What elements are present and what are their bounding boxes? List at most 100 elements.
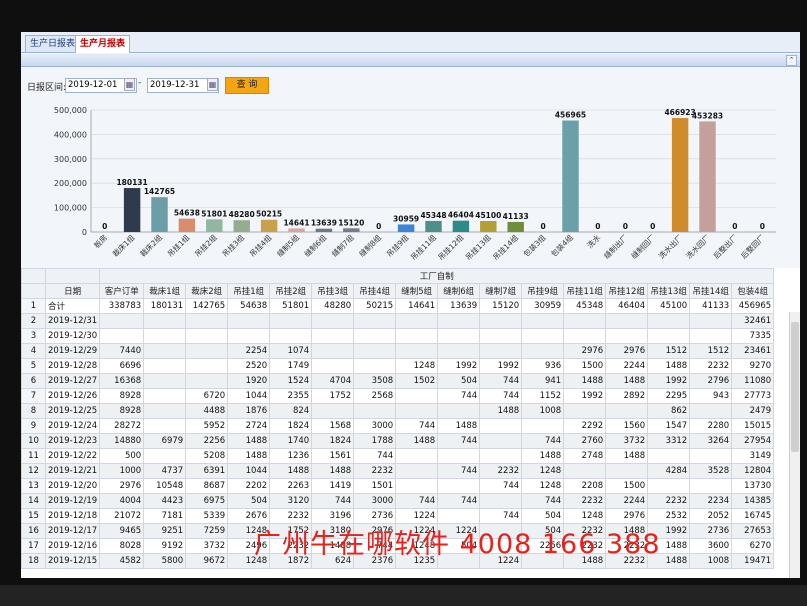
- query-button[interactable]: 查 询: [225, 77, 269, 94]
- date-cell: 2019-12/24: [44, 418, 101, 434]
- table-row[interactable]: 6 2019-12/27 16368 1920 1524 4704 3508 1502 504 7…: [21, 373, 775, 389]
- table-cell: 13730: [731, 478, 775, 494]
- chart-bar[interactable]: [315, 228, 333, 232]
- table-cell: 2479: [731, 403, 775, 419]
- table-cell: 3508: [353, 373, 397, 389]
- column-header[interactable]: 日期: [44, 283, 101, 299]
- column-header[interactable]: 包装4组: [731, 283, 775, 299]
- table-cell: 27773: [731, 388, 775, 404]
- panel-header: ⌃: [21, 54, 800, 67]
- column-header[interactable]: 吊挂12组: [605, 283, 649, 299]
- column-header[interactable]: 吊挂1组: [227, 283, 271, 299]
- table-cell: [479, 448, 523, 464]
- table-cell: 1008: [521, 403, 565, 419]
- chart-bar[interactable]: [343, 228, 360, 232]
- table-cell: 2295: [647, 388, 691, 404]
- table-row[interactable]: 8 2019-12/25 8928 4488 1876 824 1488 1008 862 247…: [21, 403, 775, 419]
- chart-bar[interactable]: [151, 197, 168, 232]
- column-header[interactable]: 吊挂3组: [311, 283, 355, 299]
- column-header[interactable]: 吊挂13组: [647, 283, 691, 299]
- y-tick-label: 0: [82, 228, 87, 237]
- table-cell: [521, 328, 565, 344]
- table-row[interactable]: 7 2019-12/26 8928 6720 1044 2355 1752 2568 744 74…: [21, 388, 775, 404]
- chart-bar[interactable]: [178, 218, 196, 232]
- chart-bar[interactable]: [233, 220, 250, 232]
- column-header[interactable]: 吊挂4组: [353, 283, 397, 299]
- table-cell: 4488: [185, 403, 229, 419]
- table-row[interactable]: 9 2019-12/24 28272 5952 2724 1824 1568 3000 744 1…: [21, 418, 775, 434]
- table-cell: 9672: [185, 553, 229, 569]
- chart-bar[interactable]: [397, 224, 415, 232]
- chart-bar[interactable]: [507, 221, 524, 232]
- table-cell: 51801: [269, 298, 313, 314]
- table-cell: 744: [395, 418, 439, 434]
- chart-bar[interactable]: [671, 118, 689, 232]
- table-cell: 1248: [395, 358, 439, 374]
- table-cell: [269, 328, 313, 344]
- table-cell: [437, 328, 481, 344]
- table-cell: [395, 328, 439, 344]
- column-header[interactable]: 吊挂9组: [521, 283, 565, 299]
- row-number: 8: [21, 403, 46, 419]
- chart-bar[interactable]: [699, 121, 716, 232]
- bar-value-label: 45100: [475, 211, 501, 220]
- x-tick-label: 包装4组: [549, 232, 576, 259]
- column-header[interactable]: 裁床2组: [185, 283, 229, 299]
- x-tick-label: 洗水: [585, 232, 603, 250]
- table-cell: 1512: [689, 343, 733, 359]
- scrollbar-thumb[interactable]: [791, 322, 799, 452]
- date-cell: 2019-12/16: [44, 538, 101, 554]
- tab-daily-report[interactable]: 生产日报表: [25, 35, 81, 52]
- table-cell: 7335: [731, 328, 775, 344]
- table-cell: 14880: [99, 433, 145, 449]
- table-row[interactable]: 12 2019-12/21 1000 4737 6391 1044 1488 1488 2232…: [21, 463, 775, 479]
- chart-bar[interactable]: [480, 220, 497, 232]
- date-cell: 2019-12/15: [44, 553, 101, 569]
- chart-bar[interactable]: [562, 120, 579, 232]
- table-cell: [605, 313, 649, 329]
- x-tick-label: 缝制8组: [357, 232, 384, 259]
- column-header[interactable]: 裁床1组: [143, 283, 187, 299]
- chart-bar[interactable]: [288, 228, 305, 232]
- table-cell: [521, 343, 565, 359]
- table-cell: 13639: [437, 298, 481, 314]
- table-cell: 1488: [311, 463, 355, 479]
- table-row[interactable]: 11 2019-12/22 500 5208 1488 1236 1561 744 1488 27…: [21, 448, 775, 464]
- table-row[interactable]: 14 2019-12/19 4004 4423 6975 504 3120 744 3000 74…: [21, 493, 775, 509]
- table-cell: [311, 328, 355, 344]
- tab-monthly-report[interactable]: 生产月报表: [75, 35, 131, 53]
- table-cell: 744: [311, 493, 355, 509]
- chart-bar[interactable]: [123, 188, 141, 232]
- table-cell: 5800: [143, 553, 187, 569]
- table-row[interactable]: 13 2019-12/20 2976 10548 8687 2202 2263 1419 150…: [21, 478, 775, 494]
- table-row[interactable]: 1 合计 338783 180131 142765 54638 51801 48280 5021…: [21, 298, 775, 314]
- table-cell: 3264: [689, 433, 733, 449]
- table-row[interactable]: 5 2019-12/28 6696 2520 1749 1248 1992 1992 936 15…: [21, 358, 775, 374]
- tab-bar: 生产日报表 生产月报表: [21, 32, 800, 53]
- column-header[interactable]: 吊挂11组: [563, 283, 607, 299]
- table-cell: [437, 478, 481, 494]
- vertical-scrollbar[interactable]: [789, 312, 800, 578]
- column-header[interactable]: 吊挂2组: [269, 283, 313, 299]
- table-cell: 2263: [269, 478, 313, 494]
- table-row[interactable]: 4 2019-12/29 7440 2254 1074 2976 2976 1512 1512 2…: [21, 343, 775, 359]
- table-cell: 3528: [689, 463, 733, 479]
- table-cell: [143, 388, 187, 404]
- calendar-icon[interactable]: ▦: [207, 78, 218, 91]
- table-row[interactable]: 10 2019-12/23 14880 6979 2256 1488 1740 1824 178…: [21, 433, 775, 449]
- chart-bar[interactable]: [260, 219, 278, 232]
- table-cell: 2355: [269, 388, 313, 404]
- chart-bar[interactable]: [425, 220, 442, 232]
- chart-bar[interactable]: [452, 220, 470, 232]
- column-header[interactable]: 缝制7组: [479, 283, 523, 299]
- column-header[interactable]: 缝制5组: [395, 283, 439, 299]
- chart-bar[interactable]: [206, 219, 223, 232]
- column-header[interactable]: 吊挂14组: [689, 283, 733, 299]
- calendar-icon[interactable]: ▦: [124, 78, 135, 91]
- collapse-icon[interactable]: ⌃: [786, 55, 797, 66]
- table-row[interactable]: 3 2019-12/30 7335: [21, 328, 775, 344]
- table-row[interactable]: 2 2019-12/31 32461: [21, 313, 775, 329]
- table-cell: 504: [227, 493, 271, 509]
- column-header[interactable]: 缝制6组: [437, 283, 481, 299]
- column-header[interactable]: 客户订单: [99, 283, 145, 299]
